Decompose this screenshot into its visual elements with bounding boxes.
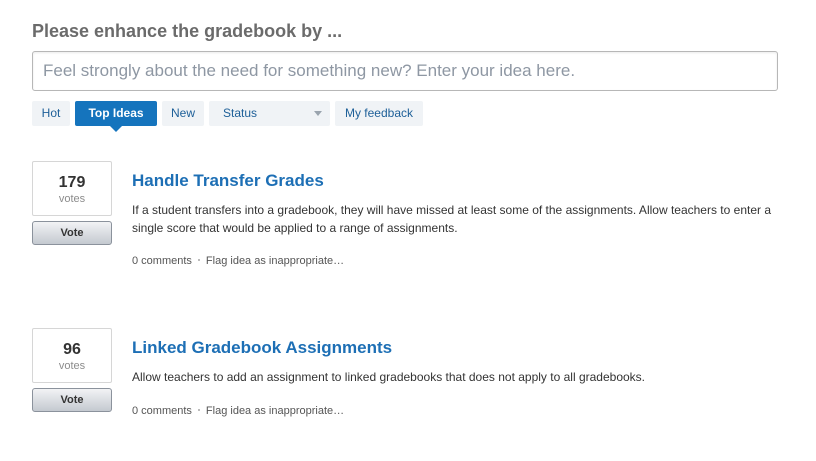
active-tab-caret-icon xyxy=(110,126,122,132)
idea-input[interactable] xyxy=(32,51,778,91)
vote-button[interactable]: Vote xyxy=(32,221,112,245)
vote-count: 96 xyxy=(63,341,81,358)
flag-idea-link[interactable]: Flag idea as inappropriate… xyxy=(206,255,344,267)
idea-item: 96 votes Vote Linked Gradebook Assignmen… xyxy=(32,328,792,428)
votes-label: votes xyxy=(58,360,86,372)
tab-new-label: New xyxy=(170,106,195,120)
vote-button[interactable]: Vote xyxy=(32,388,112,412)
votes-label: votes xyxy=(58,193,86,205)
comments-link[interactable]: 0 comments xyxy=(132,405,192,417)
dot-separator-icon xyxy=(197,408,200,411)
chevron-down-icon xyxy=(314,111,322,116)
idea-meta: 0 comments Flag idea as inappropriate… xyxy=(132,405,344,417)
flag-idea-link[interactable]: Flag idea as inappropriate… xyxy=(206,405,344,417)
tab-top-ideas[interactable]: Top Ideas xyxy=(75,101,157,132)
idea-description: If a student transfers into a gradebook,… xyxy=(132,203,772,235)
idea-meta: 0 comments Flag idea as inappropriate… xyxy=(132,255,344,267)
comments-link[interactable]: 0 comments xyxy=(132,255,192,267)
idea-item: 179 votes Vote Handle Transfer Grades If… xyxy=(32,161,792,281)
vote-count-box: 96 votes xyxy=(32,328,112,383)
tab-hot[interactable]: Hot xyxy=(32,101,70,126)
vote-count-box: 179 votes xyxy=(32,161,112,216)
idea-title-link[interactable]: Handle Transfer Grades xyxy=(132,171,324,191)
status-dropdown-label: Status xyxy=(223,106,258,120)
tab-new[interactable]: New xyxy=(162,101,204,126)
vote-count: 179 xyxy=(58,174,86,191)
idea-description: Allow teachers to add an assignment to l… xyxy=(132,370,645,384)
tab-top-ideas-label: Top Ideas xyxy=(88,106,144,120)
tab-my-feedback[interactable]: My feedback xyxy=(335,101,423,126)
page-heading: Please enhance the gradebook by ... xyxy=(32,21,343,41)
tab-my-feedback-label: My feedback xyxy=(344,106,414,120)
dot-separator-icon xyxy=(197,258,200,261)
idea-title-link[interactable]: Linked Gradebook Assignments xyxy=(132,338,392,358)
tab-hot-label: Hot xyxy=(41,106,61,120)
status-dropdown[interactable]: Status xyxy=(209,101,330,126)
